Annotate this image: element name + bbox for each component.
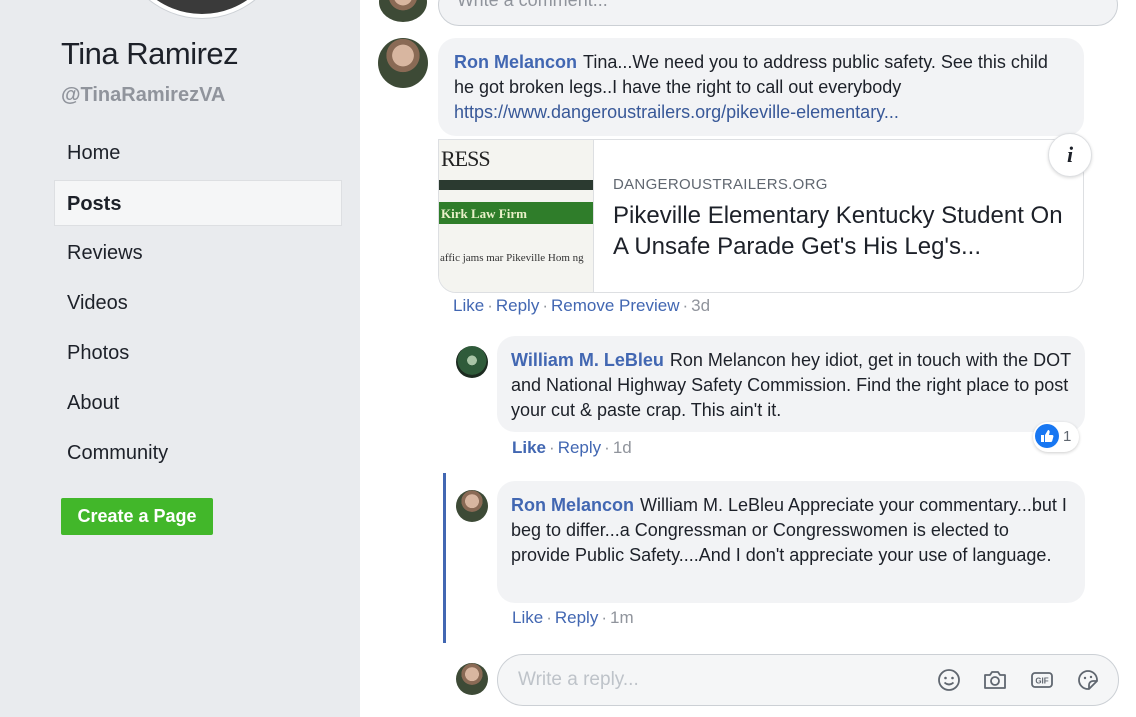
nav-item-home[interactable]: Home — [54, 130, 342, 176]
profile-picture[interactable] — [118, 0, 286, 18]
avatar[interactable] — [378, 38, 428, 88]
like-link[interactable]: Like — [512, 608, 543, 627]
nav-item-about[interactable]: About — [54, 380, 342, 426]
like-reaction-icon — [1035, 424, 1059, 449]
comment-actions: Like · Reply · Remove Preview · 3d — [453, 296, 711, 315]
svg-text:GIF: GIF — [1035, 677, 1048, 686]
reply-input-placeholder: Write a reply... — [518, 669, 639, 690]
thumb-nav-band — [439, 180, 593, 190]
reply-text-block: William M. LeBleu Ron Melancon hey idiot,… — [511, 348, 1071, 423]
remove-preview-link[interactable]: Remove Preview — [551, 296, 680, 315]
reply-link[interactable]: Reply — [558, 438, 601, 457]
page-sidebar: Tina Ramirez @TinaRamirezVA Home Posts R… — [0, 0, 360, 717]
reply-bubble: William M. LeBleu Ron Melancon hey idiot,… — [497, 336, 1085, 432]
nav-item-videos[interactable]: Videos — [54, 280, 342, 326]
comment-time[interactable]: 3d — [691, 296, 710, 315]
reply-author[interactable]: Ron Melancon — [511, 495, 634, 515]
reaction-count: 1 — [1063, 428, 1072, 445]
comment-link[interactable]: https://www.dangeroustrailers.org/pikevi… — [454, 102, 899, 122]
page-name[interactable]: Tina Ramirez — [61, 36, 239, 72]
nav-item-posts[interactable]: Posts — [54, 180, 342, 226]
like-link[interactable]: Like — [453, 296, 484, 315]
avatar[interactable] — [456, 346, 488, 378]
reply-time[interactable]: 1d — [613, 438, 632, 457]
reply-input-icons: GIF — [921, 666, 1102, 699]
avatar[interactable] — [456, 490, 488, 522]
reply-link[interactable]: Reply — [496, 296, 539, 315]
create-page-button[interactable]: Create a Page — [61, 498, 213, 535]
reply-link[interactable]: Reply — [555, 608, 598, 627]
comment-bubble: Ron Melancon Tina...We need you to addres… — [438, 38, 1084, 136]
like-link[interactable]: Like — [512, 438, 546, 457]
comment-text-block: Ron Melancon Tina...We need you to addres… — [454, 50, 1068, 125]
reply-bubble: Ron Melancon William M. LeBleu Appreciate… — [497, 481, 1085, 603]
reply-author[interactable]: William M. LeBleu — [511, 350, 664, 370]
reply-text-block: Ron Melancon William M. LeBleu Appreciate… — [511, 493, 1071, 568]
reply-time[interactable]: 1m — [610, 608, 634, 627]
link-preview-domain: DANGEROUSTRAILERS.ORG — [613, 176, 828, 193]
page-handle[interactable]: @TinaRamirezVA — [61, 84, 225, 107]
thread-highlight-bar — [443, 473, 446, 643]
reply-actions: Like · Reply · 1m — [512, 608, 634, 627]
comment-input[interactable]: Write a comment... — [438, 0, 1118, 26]
emoji-icon[interactable] — [935, 666, 963, 694]
avatar[interactable] — [456, 663, 488, 695]
comment-author[interactable]: Ron Melancon — [454, 52, 577, 72]
thumb-masthead: RESS — [441, 146, 491, 171]
sticker-icon[interactable] — [1074, 666, 1102, 694]
page-nav: Home Posts Reviews Videos Photos About C… — [54, 130, 342, 480]
info-icon[interactable]: i — [1048, 133, 1092, 177]
reply-actions: Like · Reply · 1d — [512, 438, 632, 457]
link-preview-thumbnail: RESS Kirk Law Firm affic jams mar Pikevi… — [439, 140, 594, 292]
gif-icon[interactable]: GIF — [1028, 666, 1056, 694]
camera-icon[interactable] — [981, 666, 1009, 694]
thumb-caption: affic jams mar Pikeville Hom ng — [440, 252, 584, 264]
reaction-badge[interactable]: 1 — [1033, 422, 1080, 452]
nav-item-reviews[interactable]: Reviews — [54, 230, 342, 276]
nav-item-community[interactable]: Community — [54, 430, 342, 476]
link-preview-card[interactable]: RESS Kirk Law Firm affic jams mar Pikevi… — [438, 139, 1084, 293]
link-preview-title[interactable]: Pikeville Elementary Kentucky Student On… — [613, 200, 1063, 262]
reply-input[interactable]: Write a reply... GIF — [497, 654, 1119, 706]
thumb-firm-text: Kirk Law Firm — [441, 206, 527, 221]
nav-item-photos[interactable]: Photos — [54, 330, 342, 376]
comment-input-placeholder: Write a comment... — [457, 0, 608, 10]
